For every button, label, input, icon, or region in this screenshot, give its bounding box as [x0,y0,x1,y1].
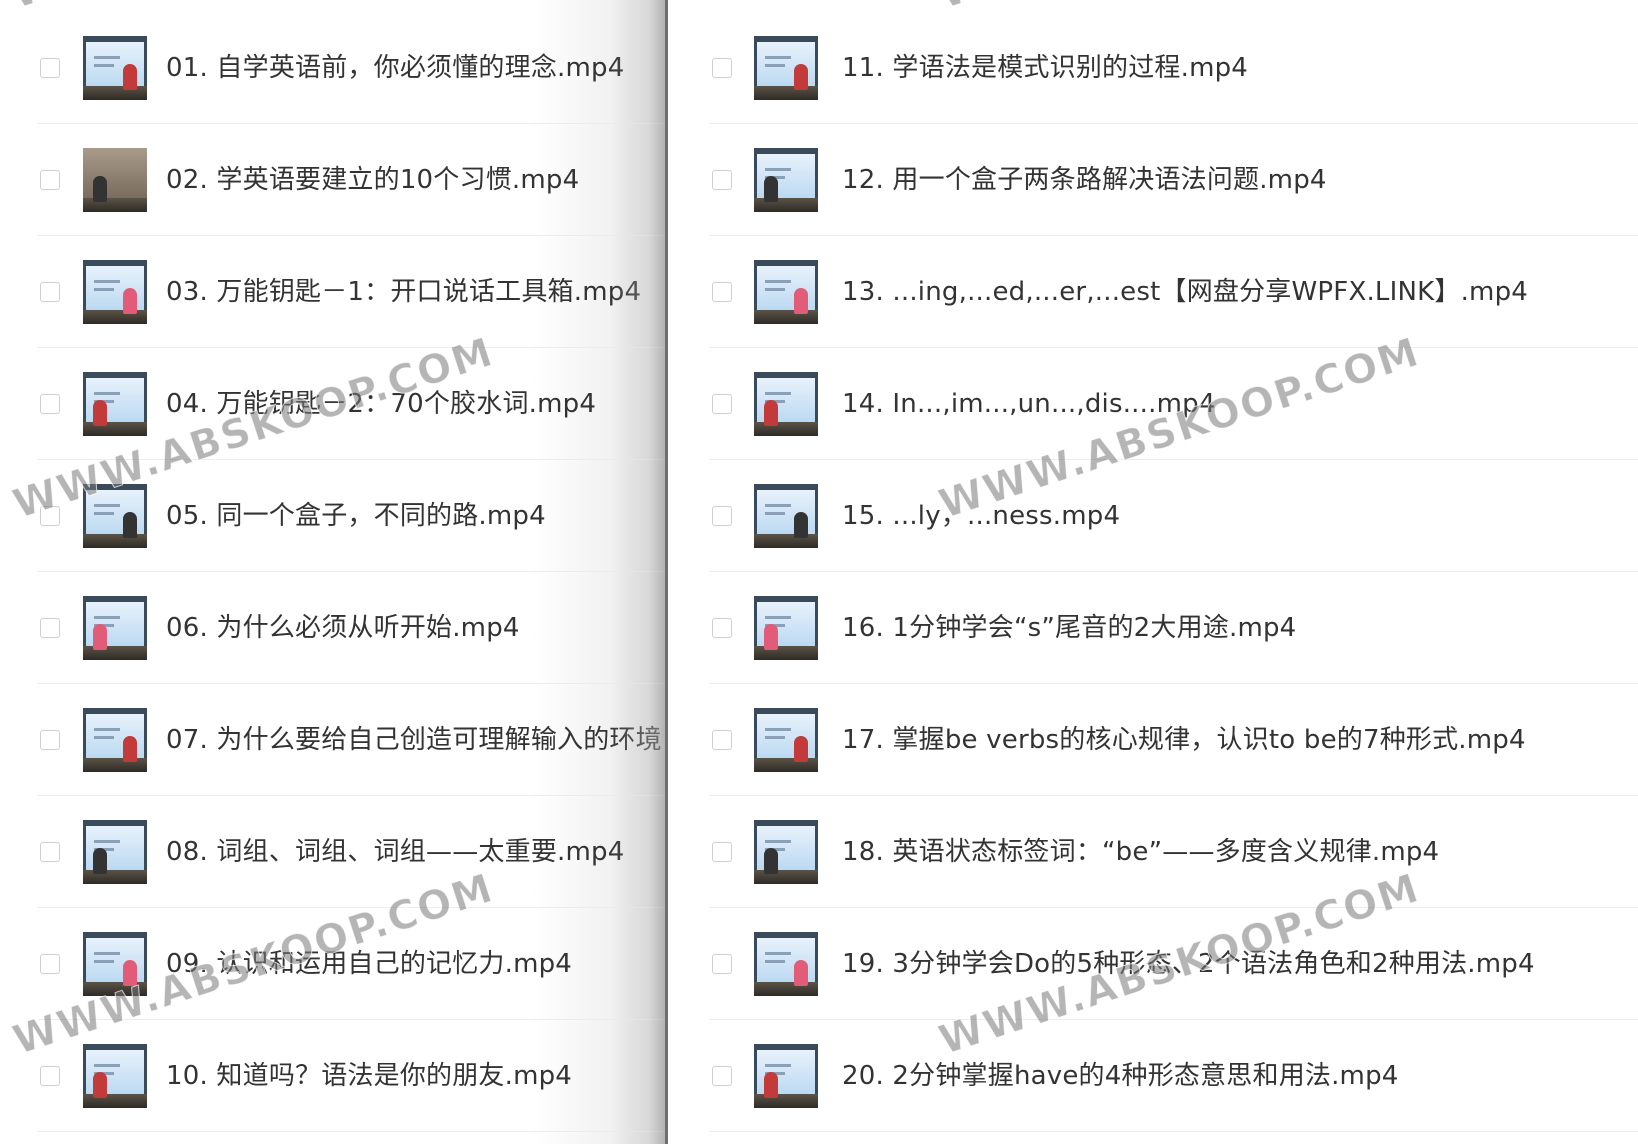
file-row[interactable]: 01. 自学英语前，你必须懂的理念.mp4 [38,12,666,124]
right-file-panel: 11. 学语法是模式识别的过程.mp4 12. 用一个盒子两条路解决语法问题.mp… [668,0,1638,1144]
file-name-label[interactable]: 15. ...ly，...ness.mp4 [842,498,1120,534]
file-row[interactable]: 04. 万能钥匙－2：70个胶水词.mp4 [38,348,666,460]
file-name-label[interactable]: 18. 英语状态标签词：“be”——多度含义规律.mp4 [842,834,1439,870]
file-row[interactable]: 19. 3分钟学会Do的5种形态、2个语法角色和2种用法.mp4 [710,908,1638,1020]
file-row[interactable]: 07. 为什么要给自己创造可理解输入的环境 [38,684,666,796]
file-checkbox[interactable] [712,730,732,750]
file-name-label[interactable]: 02. 学英语要建立的10个习惯.mp4 [166,162,579,198]
file-name-label[interactable]: 14. In...,im...,un...,dis....mp4 [842,386,1216,422]
file-row[interactable]: 09. 认识和运用自己的记忆力.mp4 [38,908,666,1020]
file-checkbox[interactable] [40,506,60,526]
lecture-slide-icon [83,36,147,100]
file-checkbox[interactable] [40,282,60,302]
file-checkbox[interactable] [40,58,60,78]
file-name-label[interactable]: 08. 词组、词组、词组——太重要.mp4 [166,834,624,870]
lecture-slide-icon [754,820,818,884]
file-list-screenshot: 01. 自学英语前，你必须懂的理念.mp4 02. 学英语要建立的10个习惯.mp… [0,0,1638,1144]
lecture-slide-icon [754,708,818,772]
file-row[interactable]: 08. 词组、词组、词组——太重要.mp4 [38,796,666,908]
file-name-label[interactable]: 10. 知道吗？语法是你的朋友.mp4 [166,1058,572,1094]
file-row[interactable]: 10. 知道吗？语法是你的朋友.mp4 [38,1020,666,1132]
file-row[interactable]: 13. ...ing,...ed,...er,...est【网盘分享WPFX.L… [710,236,1638,348]
lecture-slide-icon [754,260,818,324]
file-name-label[interactable]: 11. 学语法是模式识别的过程.mp4 [842,50,1248,86]
file-row[interactable]: 03. 万能钥匙－1：开口说话工具箱.mp4 [38,236,666,348]
file-name-label[interactable]: 01. 自学英语前，你必须懂的理念.mp4 [166,50,624,86]
lecture-slide-icon [754,1044,818,1108]
lecture-slide-icon [754,148,818,212]
file-checkbox[interactable] [712,618,732,638]
file-row[interactable]: 02. 学英语要建立的10个习惯.mp4 [38,124,666,236]
lecture-slide-icon [83,708,147,772]
lecture-slide-icon [754,372,818,436]
file-row[interactable]: 16. 1分钟学会“s”尾音的2大用途.mp4 [710,572,1638,684]
file-row[interactable]: 20. 2分钟掌握have的4种形态意思和用法.mp4 [710,1020,1638,1132]
lecture-slide-icon [754,932,818,996]
file-checkbox[interactable] [712,842,732,862]
file-row[interactable]: 12. 用一个盒子两条路解决语法问题.mp4 [710,124,1638,236]
file-name-label[interactable]: 20. 2分钟掌握have的4种形态意思和用法.mp4 [842,1058,1399,1094]
lecture-slide-icon [754,484,818,548]
file-checkbox[interactable] [712,170,732,190]
interview-photo-icon [83,148,147,212]
lecture-slide-icon [83,820,147,884]
file-checkbox[interactable] [712,506,732,526]
file-name-label[interactable]: 13. ...ing,...ed,...er,...est【网盘分享WPFX.L… [842,274,1528,310]
file-name-label[interactable]: 16. 1分钟学会“s”尾音的2大用途.mp4 [842,610,1296,646]
file-row[interactable]: 06. 为什么必须从听开始.mp4 [38,572,666,684]
lecture-slide-icon [754,36,818,100]
file-name-label[interactable]: 09. 认识和运用自己的记忆力.mp4 [166,946,572,982]
lecture-slide-icon [83,484,147,548]
file-row[interactable]: 18. 英语状态标签词：“be”——多度含义规律.mp4 [710,796,1638,908]
lecture-slide-icon [83,1044,147,1108]
lecture-slide-icon [83,596,147,660]
left-file-panel: 01. 自学英语前，你必须懂的理念.mp4 02. 学英语要建立的10个习惯.mp… [0,0,666,1144]
file-checkbox[interactable] [712,954,732,974]
lecture-slide-icon [754,596,818,660]
lecture-slide-icon [83,260,147,324]
lecture-slide-icon [83,372,147,436]
lecture-slide-icon [83,932,147,996]
file-checkbox[interactable] [40,842,60,862]
file-checkbox[interactable] [712,58,732,78]
file-name-label[interactable]: 12. 用一个盒子两条路解决语法问题.mp4 [842,162,1327,198]
file-checkbox[interactable] [712,282,732,302]
file-name-label[interactable]: 17. 掌握be verbs的核心规律，认识to be的7种形式.mp4 [842,722,1526,758]
file-row[interactable]: 14. In...,im...,un...,dis....mp4 [710,348,1638,460]
file-name-label[interactable]: 04. 万能钥匙－2：70个胶水词.mp4 [166,386,596,422]
file-checkbox[interactable] [40,394,60,414]
file-checkbox[interactable] [40,170,60,190]
file-checkbox[interactable] [40,954,60,974]
file-checkbox[interactable] [40,618,60,638]
file-name-label[interactable]: 05. 同一个盒子，不同的路.mp4 [166,498,546,534]
file-name-label[interactable]: 07. 为什么要给自己创造可理解输入的环境 [166,722,662,758]
file-checkbox[interactable] [40,1066,60,1086]
file-name-label[interactable]: 03. 万能钥匙－1：开口说话工具箱.mp4 [166,274,641,310]
file-row[interactable]: 17. 掌握be verbs的核心规律，认识to be的7种形式.mp4 [710,684,1638,796]
file-checkbox[interactable] [712,1066,732,1086]
file-row[interactable]: 05. 同一个盒子，不同的路.mp4 [38,460,666,572]
file-name-label[interactable]: 06. 为什么必须从听开始.mp4 [166,610,520,646]
file-checkbox[interactable] [712,394,732,414]
file-row[interactable]: 11. 学语法是模式识别的过程.mp4 [710,12,1638,124]
file-row[interactable]: 15. ...ly，...ness.mp4 [710,460,1638,572]
file-checkbox[interactable] [40,730,60,750]
file-name-label[interactable]: 19. 3分钟学会Do的5种形态、2个语法角色和2种用法.mp4 [842,946,1535,982]
